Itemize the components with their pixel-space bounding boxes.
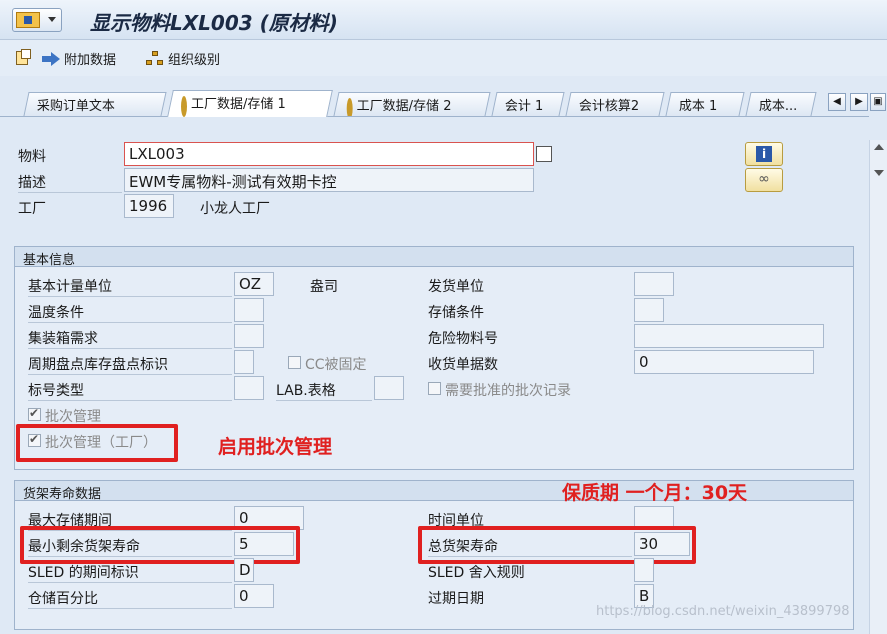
app-menu-button[interactable] [12,8,62,32]
base-uom-field[interactable]: OZ [234,272,274,296]
lab-form-field[interactable] [374,376,404,400]
tab-label: 成本... [758,99,798,114]
plant-field[interactable]: 1996 [124,194,174,218]
hazmat-field[interactable] [634,324,824,348]
org-levels-label: 组织级别 [168,53,221,68]
additional-data-icon [14,49,31,65]
app-menu-icon [16,12,40,28]
approved-batch-checkbox[interactable] [428,382,441,395]
new-entry-button[interactable] [14,49,31,65]
temp-conditions-field[interactable] [234,298,264,322]
tab-label: 会计 1 [504,99,544,114]
info-button[interactable]: i [745,142,783,166]
plant-label: 工厂 [18,201,46,217]
tab-strip: 采购订单文本 工厂数据/存储 1 工厂数据/存储 2 会计 1 会计核算2 成本… [0,88,887,119]
display-button[interactable]: ∞ [745,168,783,192]
copy-icon[interactable] [536,146,552,162]
tab-list-button[interactable]: ▣ [870,93,886,111]
base-uom-label: 基本计量单位 [28,276,232,297]
gr-slips-label: 收货单据数 [428,357,498,373]
batch-mgmt-checkbox[interactable] [28,406,41,421]
issue-unit-field[interactable] [634,272,674,296]
temp-conditions-label: 温度条件 [28,302,232,323]
arrow-icon [42,51,60,66]
sled-rounding-field[interactable] [634,558,654,582]
cycle-count-label: 周期盘点库存盘点标识 [28,354,232,375]
base-uom-text: 盎司 [310,279,338,295]
label-type-label: 标号类型 [28,380,232,401]
chevron-down-icon [48,17,56,22]
tab-label: 会计核算2 [578,99,640,114]
org-levels-icon [146,50,164,67]
batch-mgmt-label: 批次管理 [45,409,101,425]
tab-scroll-left-button[interactable]: ◀ [828,93,846,111]
annotation-shelf: 保质期 一个月：30天 [562,482,748,504]
scroll-down-icon[interactable] [874,170,884,176]
issue-unit-label: 发货单位 [428,279,484,295]
basic-data-title: 基本信息 [15,247,853,268]
material-field[interactable]: LXL003 [124,142,534,166]
sled-period-field[interactable]: D [234,558,254,582]
storage-conditions-label: 存储条件 [428,305,484,321]
org-levels-button[interactable]: 组织级别 [146,49,220,68]
vertical-scrollbar[interactable] [869,140,887,634]
additional-data-button[interactable]: 附加数据 [42,49,116,68]
tab-accounting-2[interactable]: 会计核算2 [565,92,665,116]
storage-conditions-field[interactable] [634,298,664,322]
container-req-label: 集装箱需求 [28,328,232,349]
application-toolbar: 附加数据 组织级别 [0,40,887,76]
additional-data-label: 附加数据 [64,53,117,68]
lab-form-label: LAB.表格 [276,380,372,401]
description-label: 描述 [18,172,122,193]
approved-batch-label: 需要批准的批次记录 [445,383,571,399]
tab-label: 采购订单文本 [36,99,115,114]
label-type-field[interactable] [234,376,264,400]
cycle-count-field[interactable] [234,350,254,374]
storage-pct-label: 仓储百分比 [28,588,232,609]
annotation-batch: 启用批次管理 [218,436,333,458]
info-icon: i [756,146,772,162]
tab-plant-storage-2[interactable]: 工厂数据/存储 2 [333,92,491,119]
container-req-field[interactable] [234,324,264,348]
highlight-batch-mgmt [16,424,178,462]
tab-scroll-right-button[interactable]: ▶ [850,93,868,111]
watermark: https://blog.csdn.net/weixin_43899798 [596,604,850,619]
hazmat-label: 危险物料号 [428,331,498,347]
tab-po-text[interactable]: 采购订单文本 [23,92,167,116]
cc-fixed-label: CC被固定 [305,357,367,373]
storage-pct-field[interactable]: 0 [234,584,274,608]
tab-label: 工厂数据/存储 2 [356,99,452,114]
gear-icon [181,96,187,117]
sled-rounding-label: SLED 舍入规则 [428,565,525,581]
title-bar: 显示物料LXL003 (原材料) [0,0,887,40]
tab-costing-more[interactable]: 成本... [745,92,817,116]
highlight-total-shelf [418,526,696,564]
scroll-up-icon[interactable] [874,144,884,150]
plant-name: 小龙人工厂 [200,201,270,217]
cc-fixed-checkbox[interactable] [288,356,301,369]
material-label: 物料 [18,149,46,165]
tab-label: 成本 1 [678,99,718,114]
glasses-icon: ∞ [758,171,770,187]
tab-plant-storage-1[interactable]: 工厂数据/存储 1 [167,90,333,117]
expiry-date-label: 过期日期 [428,591,484,607]
window-title: 显示物料LXL003 (原材料) [90,11,338,35]
sled-period-label: SLED 的期间标识 [28,562,232,583]
tab-accounting-1[interactable]: 会计 1 [491,92,565,116]
tab-label: 工厂数据/存储 1 [191,97,286,112]
gr-slips-field[interactable]: 0 [634,350,814,374]
highlight-min-remaining [20,526,300,564]
description-field[interactable]: EWM专属物料-测试有效期卡控 [124,168,534,192]
tab-costing-1[interactable]: 成本 1 [665,92,745,116]
